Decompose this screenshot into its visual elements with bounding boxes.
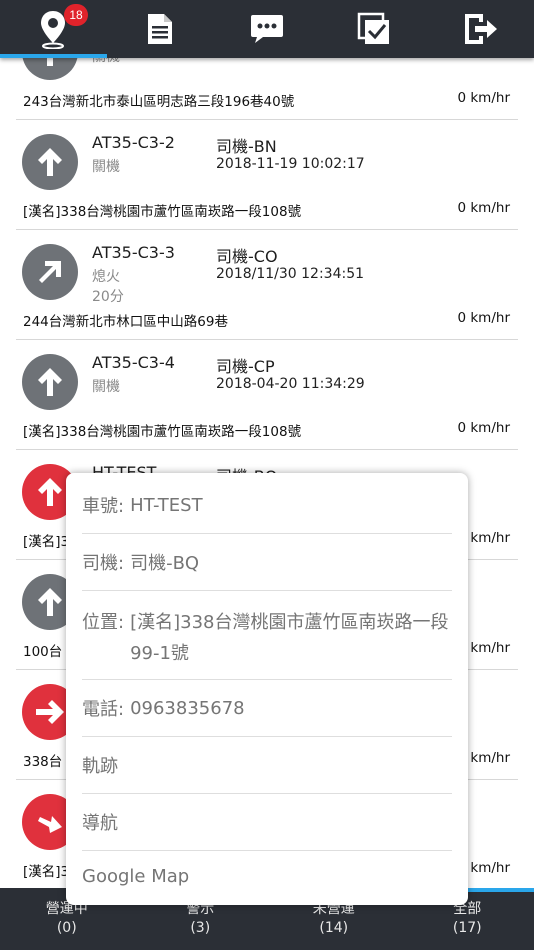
vehicle-speed: 0 km/hr [457, 200, 510, 216]
filter-tab-count: (17) [452, 920, 482, 936]
vehicle-speed: km/hr [470, 860, 510, 876]
popup-phone-row[interactable]: 電話: 0963835678 [82, 680, 452, 737]
tab-documents[interactable] [107, 0, 214, 58]
logout-icon [464, 14, 497, 44]
vehicle-plate: AT35-C3-2 [92, 133, 175, 152]
popup-location-label: 位置: [82, 612, 125, 633]
vehicle-speed: 0 km/hr [457, 310, 510, 326]
filter-tab-count: (14) [319, 920, 349, 936]
vehicle-speed: 0 km/hr [457, 90, 510, 106]
vehicle-plate: AT35-C3-4 [92, 353, 175, 372]
vehicle-address: [漢名]3 [23, 534, 70, 550]
up-arrow-icon [22, 134, 78, 190]
popup-plate-label: 車號: [82, 496, 125, 517]
popup-driver-row: 司機: 司機-BQ [82, 534, 452, 591]
vehicle-plate: AT35-C3-3 [92, 243, 175, 262]
vehicle-status: 熄火 [92, 269, 120, 285]
filter-tab-count: (0) [56, 920, 77, 936]
tab-tasks[interactable] [320, 0, 427, 58]
popup-location-row: 位置: [漢名]338台灣桃園市蘆竹區南崁路一段99-1號 [82, 591, 452, 680]
popup-google-map-button[interactable]: Google Map [82, 851, 452, 901]
vehicle-speed: km/hr [470, 530, 510, 546]
notification-badge: 18 [64, 4, 88, 26]
up-arrow-icon [22, 354, 78, 410]
vehicle-address: 244台灣新北市林口區中山路69巷 [23, 314, 228, 330]
vehicle-driver: 司機-CP [216, 357, 275, 376]
document-icon [148, 14, 173, 44]
vehicle-time: 2018/11/30 12:34:51 [216, 266, 365, 282]
popup-navigate-button[interactable]: 導航 [82, 794, 452, 851]
chat-icon [250, 15, 283, 43]
vehicle-address: [漢名]3 [23, 864, 70, 880]
tab-logout[interactable] [427, 0, 534, 58]
vehicle-driver: 司機-CO [216, 247, 278, 266]
vehicle-speed: km/hr [470, 750, 510, 766]
top-nav: 18 [0, 0, 534, 58]
vehicle-speed: km/hr [470, 640, 510, 656]
vehicle-driver: 司機-BN [216, 137, 277, 156]
vehicle-address: [漢名]338台灣桃園市蘆竹區南崁路一段108號 [23, 204, 302, 220]
list-item[interactable]: AT35-C3-3 熄火 20分 司機-CO 2018/11/30 12:34:… [16, 230, 518, 340]
checkbox-icon [357, 12, 389, 44]
vehicle-address: 243台灣新北市泰山區明志路三段196巷40號 [23, 94, 295, 110]
up-right-arrow-icon [22, 244, 78, 300]
vehicle-address: 100台 [23, 644, 63, 660]
vehicle-idle-time: 20分 [92, 289, 124, 305]
vehicle-status: 關機 [92, 159, 120, 175]
vehicle-detail-popup: 車號: HT-TEST 司機: 司機-BQ 位置: [漢名]338台灣桃園市蘆竹… [66, 473, 468, 905]
popup-phone-value[interactable]: 0963835678 [130, 698, 245, 719]
popup-driver-value: 司機-BQ [130, 553, 200, 574]
filter-tab-count: (3) [190, 920, 211, 936]
vehicle-time: 2018-04-20 11:34:29 [216, 376, 365, 392]
popup-plate-value: HT-TEST [130, 494, 203, 516]
vehicle-address: [漢名]338台灣桃園市蘆竹區南崁路一段108號 [23, 424, 302, 440]
popup-google-map-label: Google Map [82, 865, 190, 887]
vehicle-status: 關機 [92, 379, 120, 395]
vehicle-time: 2018-11-19 10:02:17 [216, 156, 365, 172]
tab-location[interactable]: 18 [0, 0, 107, 58]
popup-driver-label: 司機: [82, 553, 125, 574]
popup-location-value: [漢名]338台灣桃園市蘆竹區南崁路一段99-1號 [130, 612, 449, 664]
list-item[interactable]: AT35-C3-4 關機 司機-CP 2018-04-20 11:34:29 [… [16, 340, 518, 450]
popup-plate-row: 車號: HT-TEST [82, 477, 452, 534]
list-item[interactable]: AT35-C3-2 關機 司機-BN 2018-11-19 10:02:17 [… [16, 120, 518, 230]
vehicle-speed: 0 km/hr [457, 420, 510, 436]
popup-track-button[interactable]: 軌跡 [82, 737, 452, 794]
popup-phone-label: 電話: [82, 699, 125, 720]
popup-navigate-label: 導航 [82, 813, 118, 834]
tab-messages[interactable] [214, 0, 321, 58]
vehicle-address: 338台 [23, 754, 63, 770]
popup-track-label: 軌跡 [82, 756, 118, 777]
